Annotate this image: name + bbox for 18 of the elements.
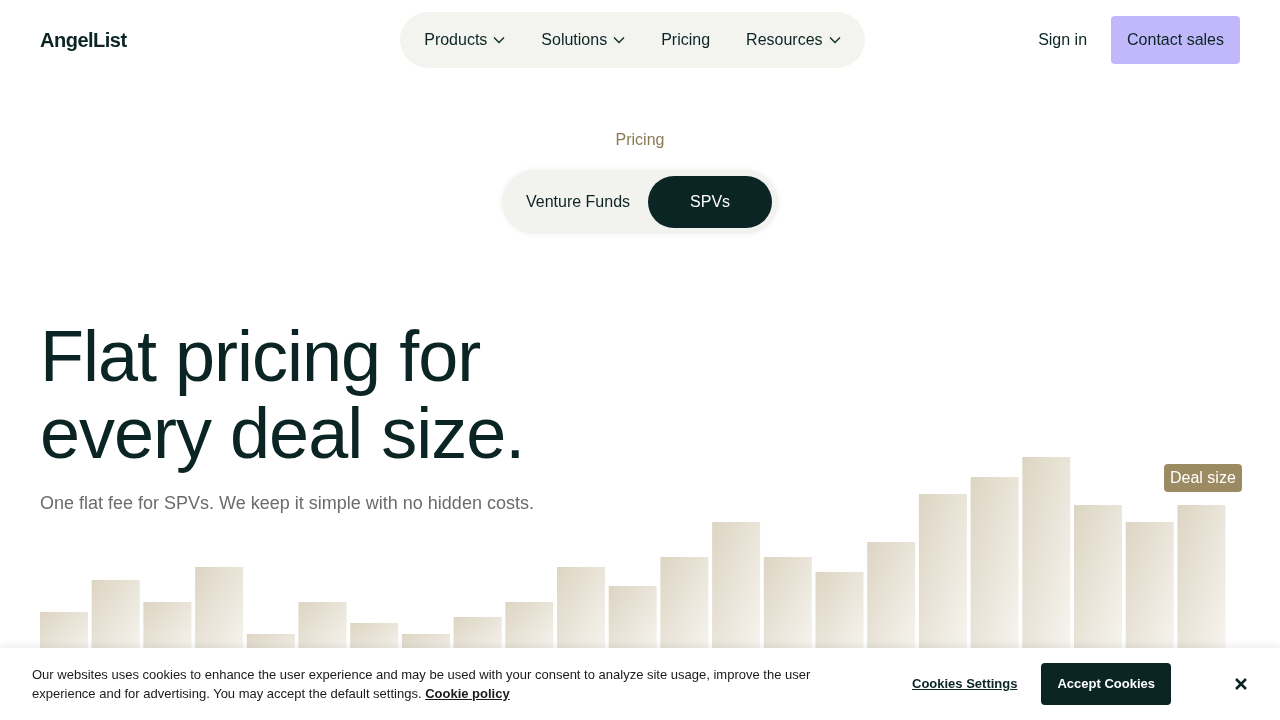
logo[interactable]: AngelList bbox=[40, 25, 127, 55]
nav-item[interactable]: Pricing bbox=[647, 28, 725, 52]
tab[interactable]: SPVs bbox=[648, 176, 773, 228]
nav-item[interactable]: Resources bbox=[732, 28, 855, 52]
cookie-policy-link[interactable]: Cookie policy bbox=[425, 686, 510, 701]
cookie-text: Our websites uses cookies to enhance the user experience and may be used with your consent to analyze site usage, improve the user experience and for advertising. You may accept the default settings. Cookie policy bbox=[32, 666, 812, 703]
nav-item[interactable]: Products bbox=[410, 28, 520, 52]
close-icon[interactable] bbox=[1234, 677, 1248, 691]
eyebrow-label: Pricing bbox=[615, 130, 665, 150]
tab[interactable]: Venture Funds bbox=[507, 176, 649, 228]
accept-cookies-button[interactable]: Accept Cookies bbox=[1041, 663, 1171, 705]
sign-in-link[interactable]: Sign in bbox=[1038, 28, 1088, 52]
hero-subtitle: One flat fee for SPVs. We keep it simple with no hidden costs. bbox=[40, 492, 535, 515]
hero-title: Flat pricing for every deal size. bbox=[40, 318, 526, 472]
chart-label: Deal size bbox=[1164, 464, 1242, 492]
contact-sales-button[interactable]: Contact sales bbox=[1111, 16, 1240, 64]
nav-item[interactable]: Solutions bbox=[527, 28, 640, 52]
cookies-settings-link[interactable]: Cookies Settings bbox=[912, 674, 1018, 694]
